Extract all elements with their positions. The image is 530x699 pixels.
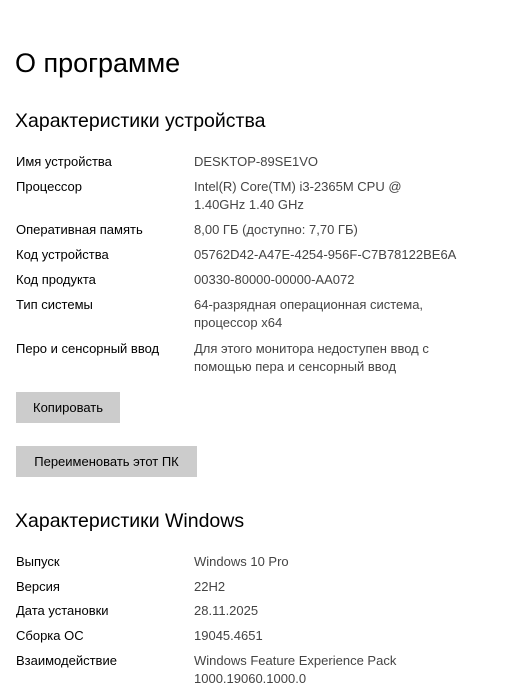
spec-value[interactable]: 64-разрядная операционная система, проце…: [194, 296, 464, 332]
device-specs-heading: Характеристики устройства: [15, 110, 266, 132]
spec-value[interactable]: 22H2: [194, 578, 494, 596]
spec-label: Дата установки: [16, 603, 109, 618]
rename-pc-button[interactable]: Переименовать этот ПК: [16, 446, 197, 477]
spec-label: Сборка ОС: [16, 628, 84, 643]
spec-label: Выпуск: [16, 554, 60, 569]
spec-label: Оперативная память: [16, 222, 143, 237]
spec-label: Код устройства: [16, 247, 109, 262]
spec-value[interactable]: 19045.4651: [194, 627, 494, 645]
spec-label: Имя устройства: [16, 154, 112, 169]
spec-label: Процессор: [16, 179, 82, 194]
spec-value[interactable]: 00330-80000-00000-AA072: [194, 271, 494, 289]
spec-label: Код продукта: [16, 272, 96, 287]
spec-label: Перо и сенсорный ввод: [16, 341, 160, 356]
spec-value[interactable]: Windows 10 Pro: [194, 553, 494, 571]
spec-label: Версия: [16, 579, 60, 594]
spec-value[interactable]: DESKTOP-89SE1VO: [194, 153, 494, 171]
spec-label: Тип системы: [16, 297, 93, 312]
windows-specs-heading: Характеристики Windows: [15, 510, 245, 532]
spec-value[interactable]: Intel(R) Core(TM) i3-2365M CPU @ 1.40GHz…: [194, 178, 426, 214]
spec-value[interactable]: 28.11.2025: [194, 602, 494, 620]
page-title: О программе: [15, 48, 181, 78]
spec-label: Взаимодействие: [16, 653, 117, 668]
spec-value[interactable]: Windows Feature Experience Pack 1000.190…: [194, 652, 424, 688]
spec-value[interactable]: Для этого монитора недоступен ввод с пом…: [194, 340, 464, 376]
spec-value[interactable]: 05762D42-A47E-4254-956F-C7B78122BE6A: [194, 246, 494, 264]
copy-button[interactable]: Копировать: [16, 392, 120, 423]
spec-value[interactable]: 8,00 ГБ (доступно: 7,70 ГБ): [194, 221, 494, 239]
